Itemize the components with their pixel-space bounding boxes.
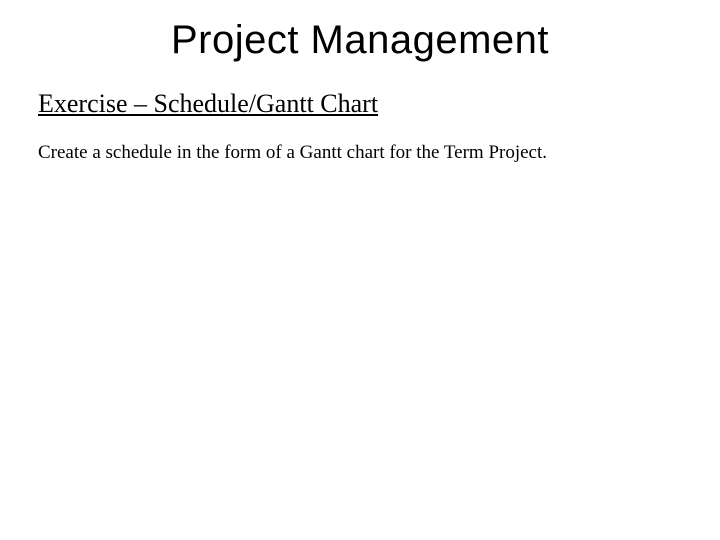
slide-title: Project Management — [38, 18, 682, 63]
slide-body-text: Create a schedule in the form of a Gantt… — [38, 141, 682, 166]
slide-container: Project Management Exercise – Schedule/G… — [0, 0, 720, 166]
slide-subtitle: Exercise – Schedule/Gantt Chart — [38, 89, 682, 119]
